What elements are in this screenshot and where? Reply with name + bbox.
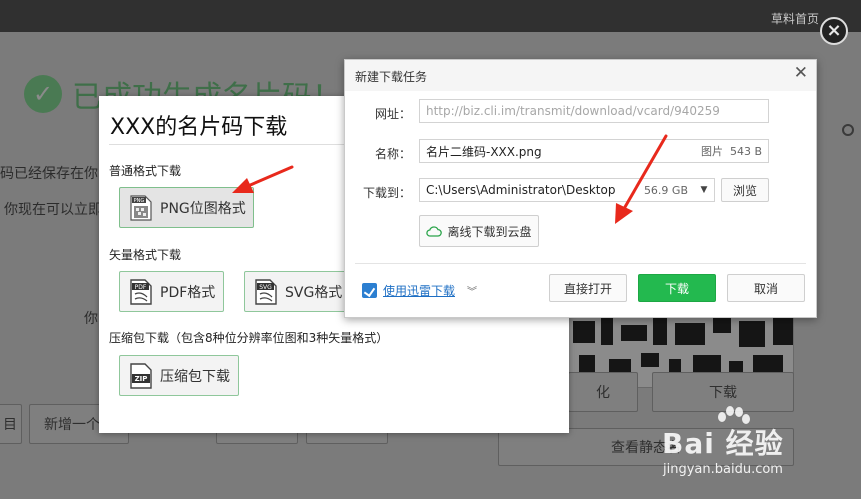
vector-section-label: 矢量格式下载 (109, 248, 182, 262)
expand-chevron-icon[interactable]: ︾ (467, 283, 477, 298)
svg-text:SVG: SVG (259, 284, 272, 291)
check-circle-icon: ✓ (24, 75, 62, 113)
short-text: 你 (84, 311, 98, 327)
xunlei-icon (362, 283, 377, 298)
svg-text:PNG: PNG (134, 198, 145, 204)
destination-value: C:\Users\Administrator\Desktop (426, 183, 616, 197)
cloud-icon (426, 226, 443, 237)
cloud-button-label: 离线下载到云盘 (447, 224, 532, 239)
dialog-titlebar: 新建下载任务 ✕ (345, 60, 816, 91)
xunlei-link-label: 使用迅雷下载 (383, 284, 456, 298)
dialog-divider (355, 263, 806, 264)
download-button[interactable]: 下载 (638, 274, 716, 302)
zip-file-icon: ZIP (130, 362, 152, 389)
dialog-title: 新建下载任务 (355, 70, 428, 84)
top-bar: 草料首页 (0, 0, 861, 32)
side-radio[interactable] (842, 124, 854, 136)
cancel-button[interactable]: 取消 (727, 274, 805, 302)
svg-button-label: SVG格式 (285, 284, 343, 301)
name-label: 名称： (374, 147, 411, 161)
close-icon[interactable]: × (820, 17, 848, 45)
svg-text:ZIP: ZIP (135, 375, 148, 383)
browse-button[interactable]: 浏览 (721, 178, 769, 202)
xunlei-link[interactable]: 使用迅雷下载 ︾ (362, 282, 477, 299)
zip-button-label: 压缩包下载 (160, 368, 230, 385)
filename-value: 名片二维码-XXX.png (426, 144, 542, 159)
panel-title: XXX的名片码下载 (110, 115, 288, 140)
pdf-button-label: PDF格式 (160, 284, 216, 301)
home-link[interactable]: 草料首页 (771, 10, 819, 27)
destination-field[interactable]: C:\Users\Administrator\Desktop 56.9 GB (419, 178, 695, 202)
zip-section-label: 压缩包下载（包含8种位分辨率位图和3种矢量格式） (109, 331, 389, 345)
url-label: 网址： (374, 107, 411, 121)
zip-download-button[interactable]: ZIP 压缩包下载 (119, 355, 239, 396)
png-button-label: PNG位图格式 (160, 200, 246, 217)
pdf-file-icon: PDF (130, 278, 152, 305)
pdf-download-button[interactable]: PDF PDF格式 (119, 271, 224, 312)
now-text: 你现在可以立即 (4, 202, 102, 218)
svg-text:PDF: PDF (135, 284, 147, 291)
dialog-close-icon[interactable]: ✕ (794, 65, 808, 82)
watermark-logo: Bai 经验 (662, 427, 784, 460)
edge-button[interactable]: 目 (0, 404, 22, 444)
download-task-dialog: 新建下载任务 ✕ 网址： http://biz.cli.im/transmit/… (344, 59, 817, 318)
saved-text: 码已经保存在你 (0, 166, 98, 182)
free-space: 56.9 GB (643, 183, 688, 197)
raster-section-label: 普通格式下载 (109, 164, 182, 178)
bg-action-button[interactable]: 化 (568, 372, 638, 412)
cloud-download-button[interactable]: 离线下载到云盘 (419, 215, 539, 247)
svg-file-icon: SVG (255, 278, 277, 305)
open-directly-button[interactable]: 直接打开 (549, 274, 627, 302)
svg-download-button[interactable]: SVG SVG格式 (244, 271, 349, 312)
url-value: http://biz.cli.im/transmit/download/vcar… (426, 104, 720, 118)
destination-label: 下载到： (362, 186, 411, 200)
png-download-button[interactable]: PNG PNG位图格式 (119, 187, 254, 228)
chevron-down-icon[interactable]: ▼ (694, 178, 715, 202)
file-info: 图片 543 B (700, 145, 762, 158)
png-file-icon: PNG (130, 194, 152, 221)
url-field[interactable]: http://biz.cli.im/transmit/download/vcar… (419, 99, 769, 123)
filename-field[interactable]: 名片二维码-XXX.png 图片 543 B (419, 139, 769, 163)
watermark-url: jingyan.baidu.com (663, 462, 783, 477)
